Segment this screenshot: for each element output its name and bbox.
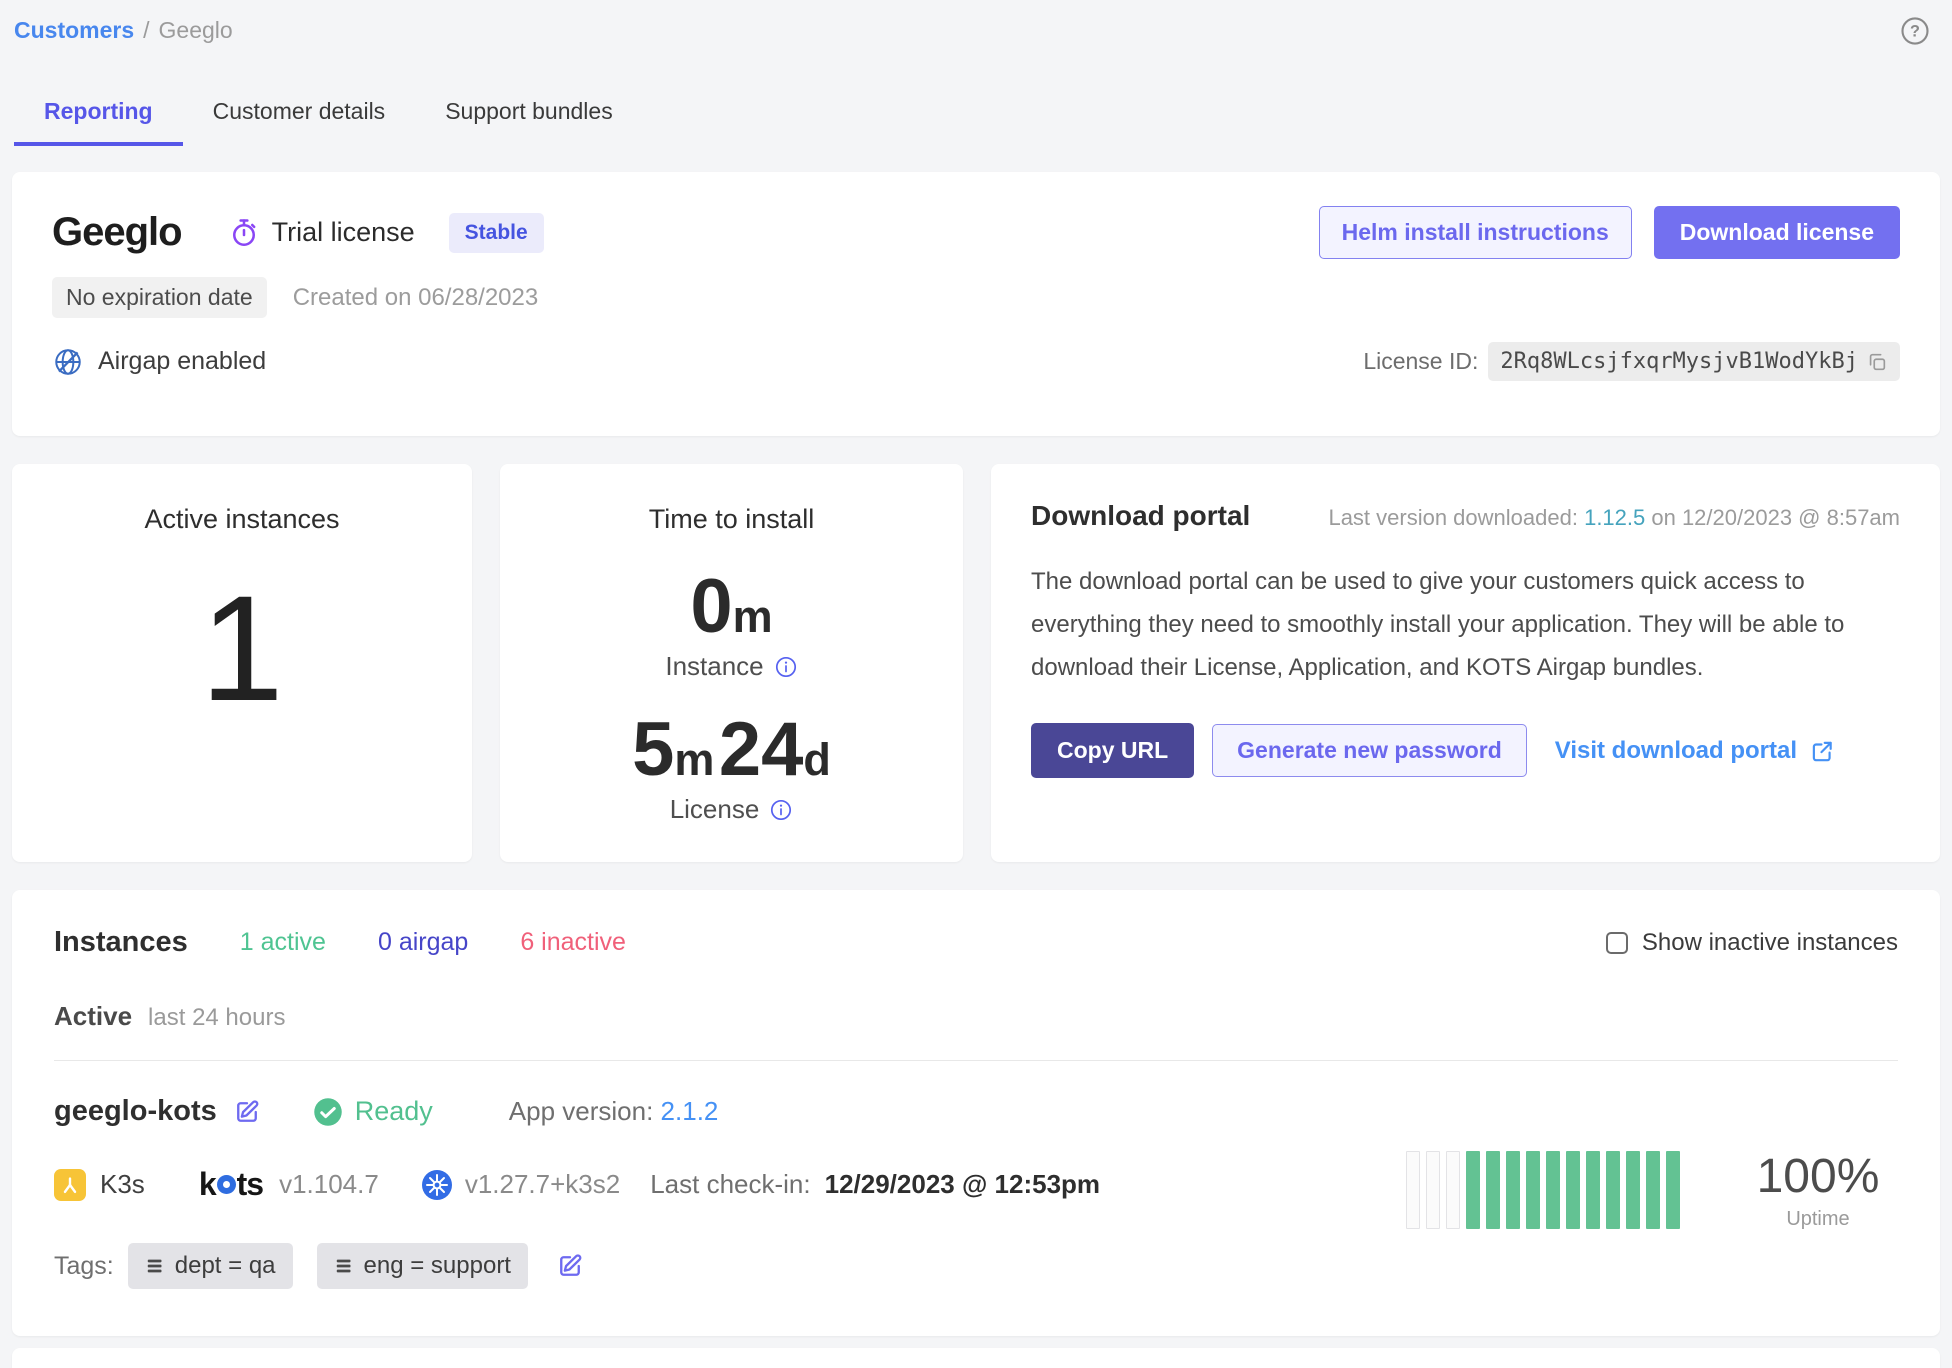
kubernetes-icon: [421, 1169, 453, 1201]
license-time-info-icon[interactable]: [769, 798, 793, 822]
show-inactive-checkbox[interactable]: [1606, 932, 1628, 954]
instance-install-time: 0m: [500, 569, 963, 645]
uptime-bar: [1526, 1151, 1540, 1229]
license-time-label: License: [670, 794, 760, 825]
edit-tags-icon[interactable]: [556, 1252, 584, 1280]
airgap-globe-icon: [52, 346, 84, 378]
show-inactive-label: Show inactive instances: [1642, 929, 1898, 957]
instance-time-label: Instance: [665, 651, 763, 682]
uptime-bar: [1406, 1151, 1420, 1229]
created-date-text: Created on 06/28/2023: [293, 284, 539, 312]
license-id-pill: 2Rq8WLcsjfxqrMysjvB1WodYkBj: [1488, 342, 1900, 381]
kots-version: v1.104.7: [279, 1169, 379, 1200]
license-type-label: Trial license: [272, 217, 415, 248]
trial-license-stopwatch-icon: [228, 217, 260, 249]
time-to-install-card: Time to install 0m Instance 5m 24d Licen…: [500, 464, 963, 862]
copy-icon[interactable]: [1866, 351, 1888, 373]
instance-row: geeglo-kots Ready App version: 2.1.2: [54, 1095, 1898, 1289]
download-license-button[interactable]: Download license: [1654, 206, 1900, 259]
time-to-install-title: Time to install: [500, 504, 963, 535]
tag-icon: [145, 1255, 167, 1277]
tag-label: dept = qa: [175, 1252, 276, 1280]
tag-pill[interactable]: eng = support: [317, 1243, 528, 1289]
active-section-label: Active: [54, 1001, 132, 1032]
app-version: App version: 2.1.2: [509, 1096, 719, 1127]
instance-status: Ready: [355, 1096, 433, 1127]
uptime-bar: [1606, 1151, 1620, 1229]
uptime-bar: [1586, 1151, 1600, 1229]
active-count[interactable]: 1 active: [240, 928, 326, 957]
next-section-card: [12, 1348, 1940, 1368]
channel-badge: Stable: [449, 213, 544, 253]
instance-time-info-icon[interactable]: [774, 655, 798, 679]
tags-label: Tags:: [54, 1252, 114, 1281]
app-version-link[interactable]: 2.1.2: [661, 1096, 719, 1126]
airgap-count[interactable]: 0 airgap: [378, 928, 468, 957]
uptime-bar: [1546, 1151, 1560, 1229]
active-instances-value: 1: [12, 573, 472, 723]
help-icon[interactable]: ?: [1900, 16, 1930, 46]
instances-card: Instances 1 active 0 airgap 6 inactive S…: [12, 890, 1940, 1336]
airgap-enabled-label: Airgap enabled: [98, 347, 266, 376]
license-id-label: License ID:: [1363, 348, 1478, 375]
show-inactive-toggle[interactable]: Show inactive instances: [1606, 929, 1898, 957]
external-link-icon: [1809, 738, 1835, 764]
svg-text:?: ?: [1910, 23, 1920, 41]
download-portal-description: The download portal can be used to give …: [1031, 560, 1900, 689]
uptime-bar: [1506, 1151, 1520, 1229]
breadcrumb-current: Geeglo: [159, 17, 233, 44]
uptime-bar: [1446, 1151, 1460, 1229]
divider: [54, 1060, 1898, 1061]
tab-bar: Reporting Customer details Support bundl…: [12, 86, 1940, 146]
edit-instance-name-icon[interactable]: [233, 1098, 261, 1126]
kots-logo: kts: [199, 1166, 263, 1203]
distro-label: K3s: [100, 1169, 145, 1200]
uptime-bars: [1406, 1151, 1680, 1229]
inactive-count[interactable]: 6 inactive: [520, 928, 626, 957]
last-checkin-value: 12/29/2023 @ 12:53pm: [825, 1169, 1100, 1200]
uptime-bar: [1646, 1151, 1660, 1229]
kots-o-icon: [217, 1175, 236, 1194]
uptime-bar: [1486, 1151, 1500, 1229]
uptime-bar: [1466, 1151, 1480, 1229]
uptime-bar: [1426, 1151, 1440, 1229]
active-instances-title: Active instances: [12, 504, 472, 535]
tag-pill[interactable]: dept = qa: [128, 1243, 293, 1289]
last-version-link[interactable]: 1.12.5: [1584, 505, 1645, 530]
last-version-downloaded: Last version downloaded: 1.12.5 on 12/20…: [1328, 505, 1900, 531]
generate-new-password-button[interactable]: Generate new password: [1212, 724, 1527, 777]
customer-summary-card: Geeglo Trial license Stable Helm install…: [12, 172, 1940, 436]
helm-install-instructions-button[interactable]: Helm install instructions: [1319, 206, 1632, 259]
uptime-bar: [1666, 1151, 1680, 1229]
copy-url-button[interactable]: Copy URL: [1031, 723, 1194, 778]
uptime-bar: [1626, 1151, 1640, 1229]
instance-name: geeglo-kots: [54, 1095, 217, 1128]
tag-label: eng = support: [364, 1252, 511, 1280]
instances-title: Instances: [54, 926, 188, 959]
ready-check-icon: [313, 1097, 343, 1127]
tab-reporting[interactable]: Reporting: [14, 86, 183, 146]
download-portal-card: Download portal Last version downloaded:…: [991, 464, 1940, 862]
download-portal-title: Download portal: [1031, 500, 1250, 532]
uptime-percent: 100%: [1738, 1151, 1898, 1204]
breadcrumb-separator: /: [143, 17, 149, 44]
license-install-time: 5m 24d: [500, 712, 963, 788]
active-instances-card: Active instances 1: [12, 464, 472, 862]
breadcrumb: Customers / Geeglo: [12, 14, 1940, 46]
tag-icon: [334, 1255, 356, 1277]
breadcrumb-customers-link[interactable]: Customers: [14, 17, 134, 44]
tab-customer-details[interactable]: Customer details: [183, 86, 416, 146]
uptime-label: Uptime: [1738, 1208, 1898, 1231]
tab-support-bundles[interactable]: Support bundles: [415, 86, 643, 146]
visit-download-portal-link[interactable]: Visit download portal: [1555, 737, 1835, 765]
k8s-version: v1.27.7+k3s2: [465, 1169, 620, 1200]
k3s-icon: [54, 1169, 86, 1201]
license-id-value: 2Rq8WLcsjfxqrMysjvB1WodYkBj: [1500, 349, 1858, 374]
uptime-summary: 100% Uptime: [1738, 1151, 1898, 1231]
active-section-sublabel: last 24 hours: [148, 1004, 285, 1032]
expiration-badge: No expiration date: [52, 277, 267, 318]
customer-name: Geeglo: [52, 210, 182, 255]
last-checkin-label: Last check-in:: [650, 1169, 810, 1200]
uptime-bar: [1566, 1151, 1580, 1229]
